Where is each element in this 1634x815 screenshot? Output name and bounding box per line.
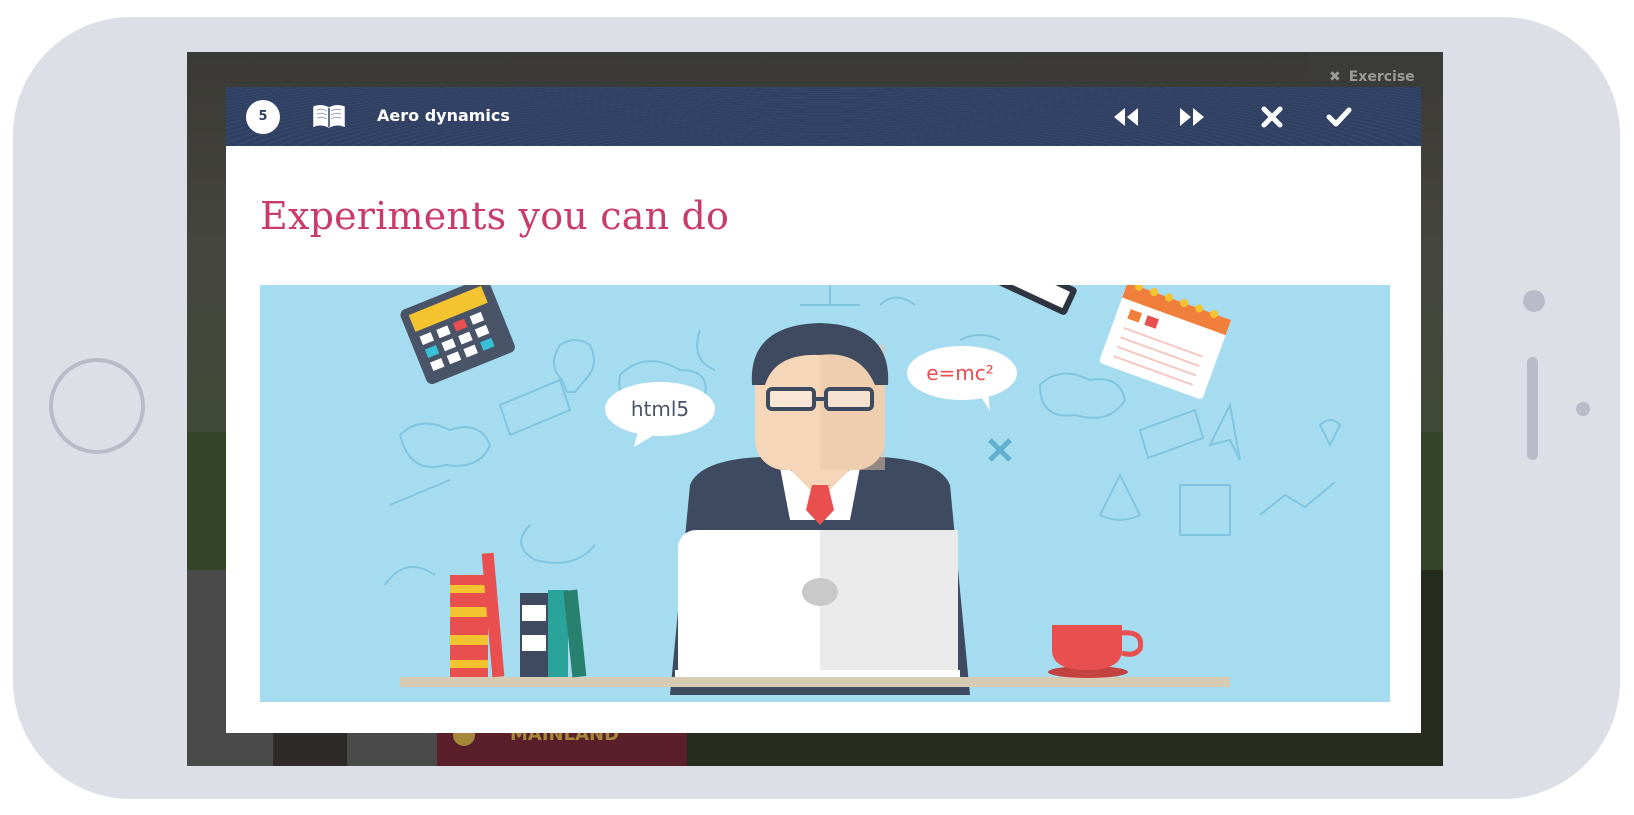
sensor-dot xyxy=(1576,402,1590,416)
developer-illustration: html5 e=mc² xyxy=(260,285,1390,702)
speaker-slot xyxy=(1527,357,1538,460)
next-button[interactable] xyxy=(1174,100,1210,134)
fast-forward-icon xyxy=(1180,108,1204,126)
home-button[interactable] xyxy=(49,358,145,454)
modal-header: 5 Aero dynamics xyxy=(226,87,1421,146)
close-icon xyxy=(1261,106,1283,128)
emc2-bubble-text: e=mc² xyxy=(926,361,994,385)
app-screen: MAINLAND ✖ Exercise 5 Aero dynamics Expe… xyxy=(187,52,1443,766)
modal-title: Aero dynamics xyxy=(377,106,510,125)
book-icon xyxy=(312,103,346,129)
camera-dot xyxy=(1523,290,1545,312)
content-title: Experiments you can do xyxy=(260,194,730,238)
rewind-icon xyxy=(1114,108,1138,126)
lesson-modal: 5 Aero dynamics Experiments you can do h… xyxy=(226,87,1421,733)
exercise-tab[interactable]: ✖ Exercise xyxy=(1309,52,1443,90)
previous-button[interactable] xyxy=(1108,100,1144,134)
step-badge: 5 xyxy=(246,100,280,134)
close-exercise-icon: ✖ xyxy=(1329,69,1341,85)
confirm-button[interactable] xyxy=(1321,100,1357,134)
close-button[interactable] xyxy=(1254,100,1290,134)
exercise-label: Exercise xyxy=(1348,69,1415,85)
check-icon xyxy=(1326,107,1352,127)
html5-bubble-text: html5 xyxy=(631,397,689,421)
